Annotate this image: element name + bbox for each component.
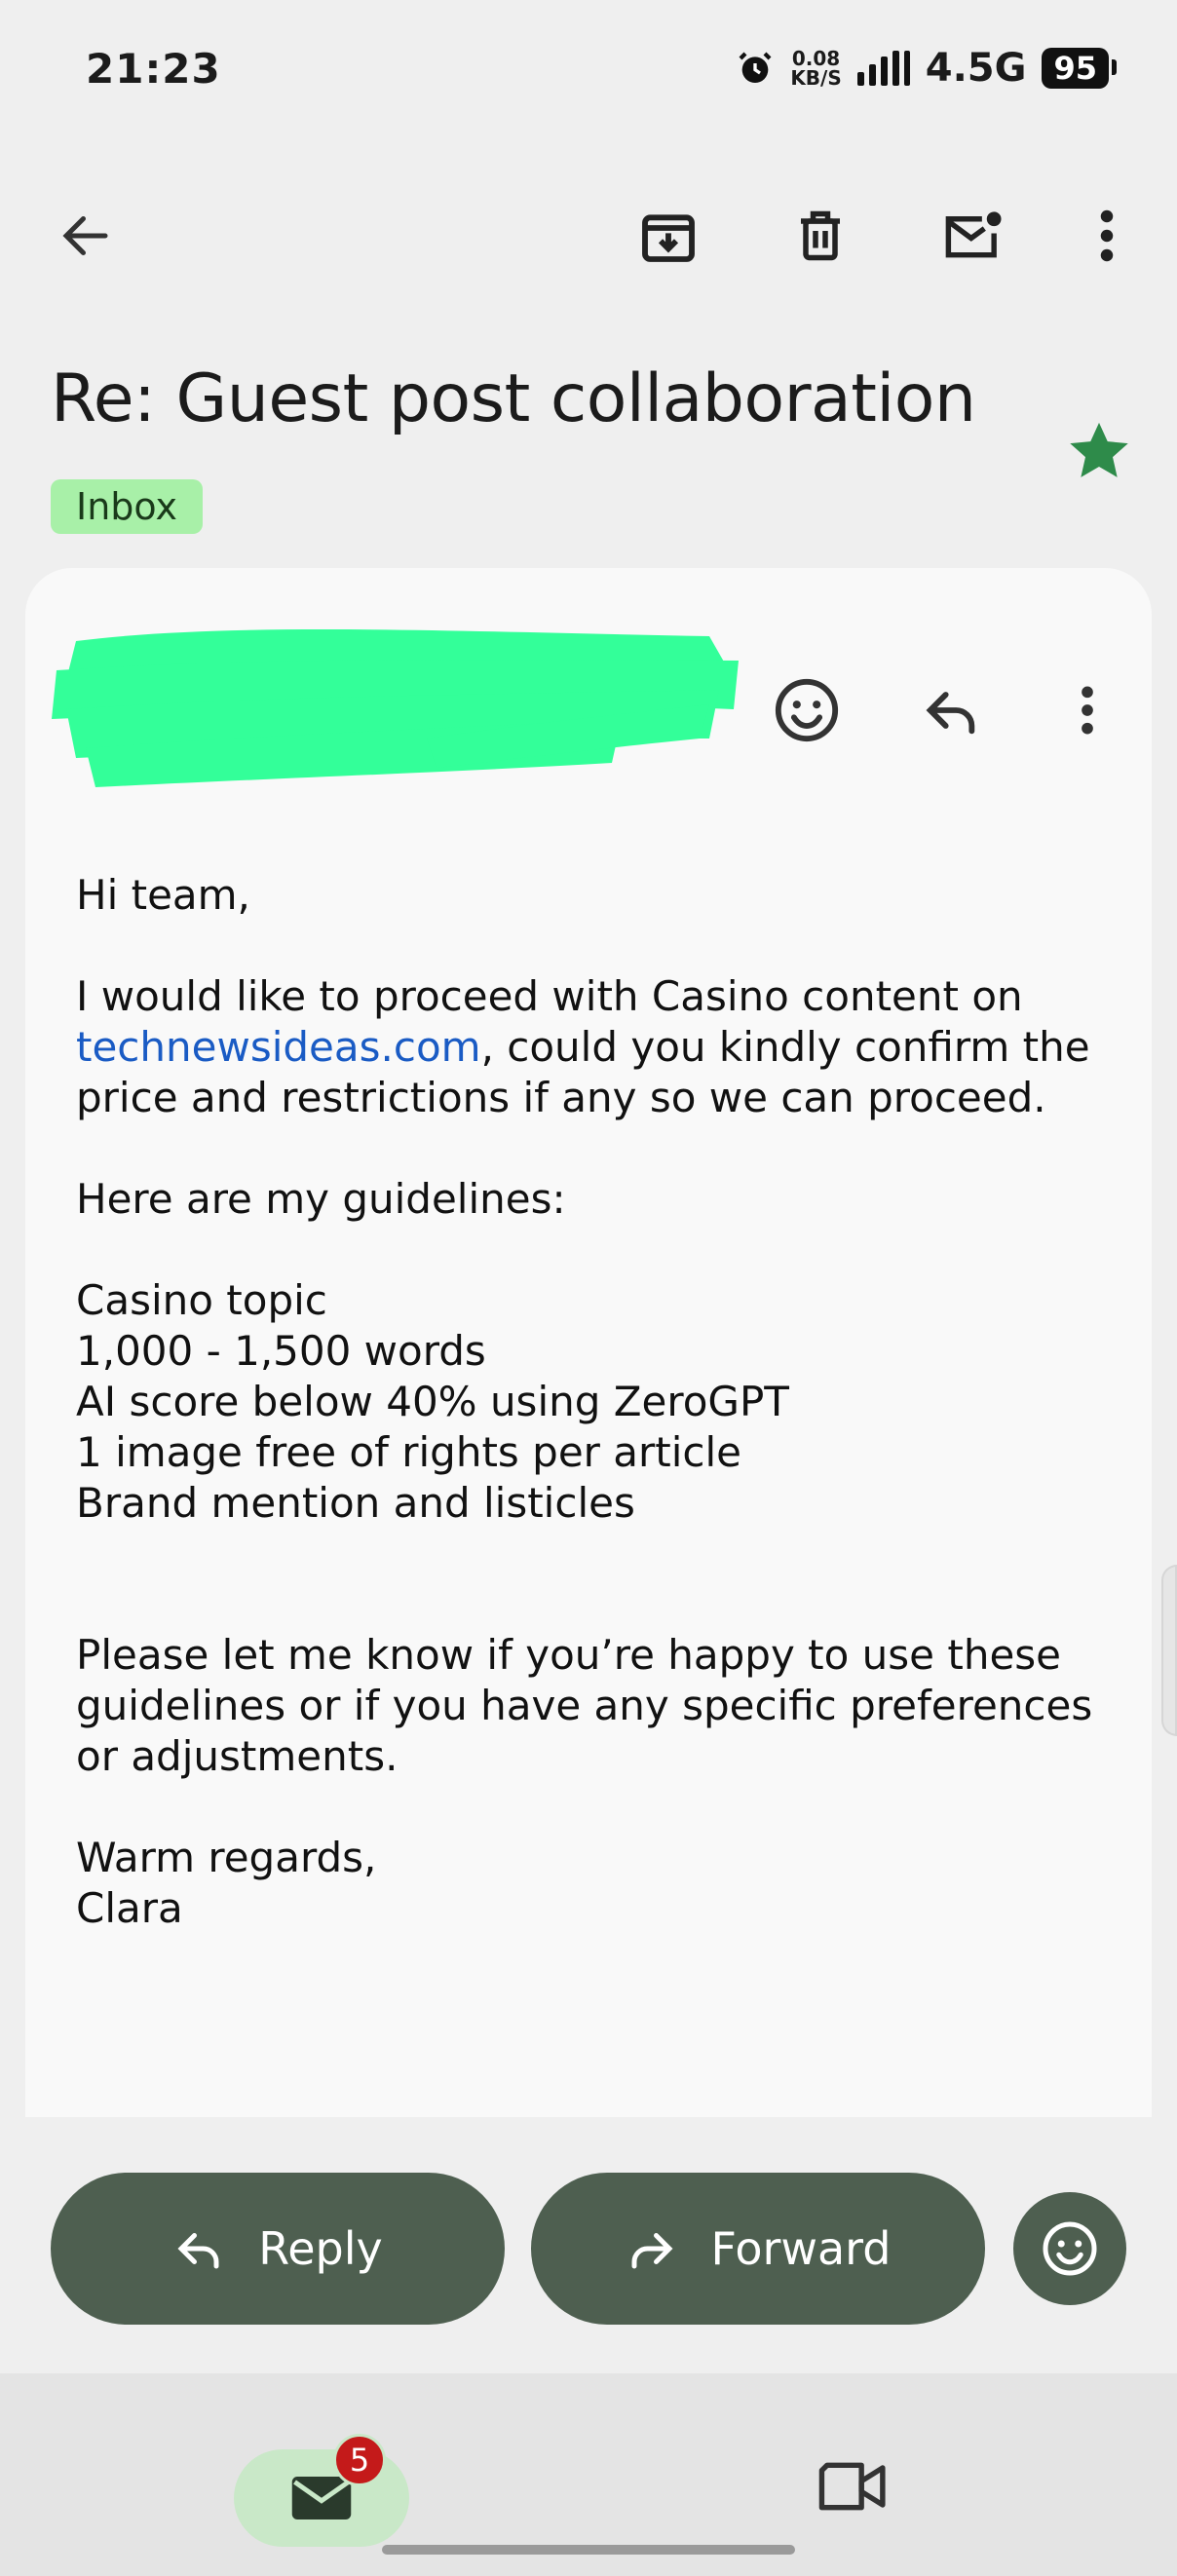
body-paragraph-1: I would like to proceed with Casino cont… [76, 972, 1090, 1121]
status-bar: 21:23 0.08 KB/S 4.5G 95 [0, 0, 1177, 136]
status-time: 21:23 [86, 44, 221, 93]
emoji-icon [775, 678, 839, 742]
video-camera-icon [818, 2462, 886, 2511]
reply-icon [926, 692, 975, 735]
website-link[interactable]: technewsideas.com [76, 1023, 481, 1071]
signature: Clara [76, 1884, 183, 1932]
guideline-item: Brand mention and listicles [76, 1479, 635, 1527]
delete-button[interactable] [789, 205, 852, 267]
email-body: Hi team, I would like to proceed with Ca… [76, 870, 1128, 1934]
archive-icon [642, 214, 695, 262]
nav-meet-tab[interactable] [816, 2459, 891, 2518]
mark-unread-icon [945, 211, 1002, 258]
reply-icon-button[interactable] [902, 662, 1000, 759]
message-actions: Reply Forward [0, 2173, 1177, 2329]
email-toolbar [0, 175, 1177, 292]
emoji-icon [1043, 2221, 1097, 2276]
signal-strength-icon [856, 51, 910, 86]
reply-button[interactable]: Reply [51, 2173, 505, 2325]
email-subject: Re: Guest post collaboration [51, 360, 976, 437]
forward-icon [631, 2233, 673, 2269]
guidelines-list: Casino topic 1,000 - 1,500 words AI scor… [76, 1275, 1128, 1529]
battery-icon: 95 [1042, 48, 1117, 89]
more-vert-icon [1100, 209, 1114, 262]
body-paragraph-3: Please let me know if you’re happy to us… [76, 1631, 1093, 1780]
guidelines-intro: Here are my guidelines: [76, 1175, 566, 1223]
message-more-button[interactable] [1058, 662, 1117, 759]
signoff: Warm regards, [76, 1834, 377, 1881]
more-vert-icon [1082, 686, 1093, 735]
guideline-item: Casino topic [76, 1276, 327, 1324]
archive-button[interactable] [637, 205, 700, 267]
guideline-item: 1 image free of rights per article [76, 1428, 742, 1476]
back-button[interactable] [55, 205, 117, 267]
home-indicator[interactable] [382, 2545, 795, 2555]
star-icon [1070, 422, 1128, 477]
react-emoji-button[interactable] [758, 662, 855, 759]
forward-label: Forward [710, 2222, 892, 2275]
inbox-label-chip[interactable]: Inbox [51, 479, 203, 534]
emoji-reaction-button[interactable] [1013, 2192, 1126, 2305]
delete-icon [801, 210, 840, 261]
scroll-handle[interactable] [1161, 1565, 1177, 1736]
alarm-icon [739, 52, 772, 83]
reply-label: Reply [258, 2222, 383, 2275]
guideline-item: 1,000 - 1,500 words [76, 1327, 486, 1375]
network-speed: 0.08 KB/S [790, 47, 842, 90]
greeting: Hi team, [76, 871, 250, 919]
unread-count-badge: 5 [333, 2434, 386, 2486]
forward-button[interactable]: Forward [531, 2173, 985, 2325]
redacted-sender-scribble [52, 629, 739, 787]
mark-unread-button[interactable] [941, 205, 1004, 267]
status-icons: 0.08 KB/S 4.5G 95 [736, 46, 1117, 91]
back-arrow-icon [62, 216, 108, 255]
network-type: 4.5G [925, 46, 1027, 91]
reply-icon [177, 2233, 219, 2269]
nav-mail-tab[interactable]: 5 [234, 2434, 409, 2547]
more-options-button[interactable] [1076, 205, 1138, 267]
message-card: Hi team, I would like to proceed with Ca… [25, 568, 1152, 2117]
star-button[interactable] [1064, 417, 1134, 489]
guideline-item: AI score below 40% using ZeroGPT [76, 1378, 789, 1425]
